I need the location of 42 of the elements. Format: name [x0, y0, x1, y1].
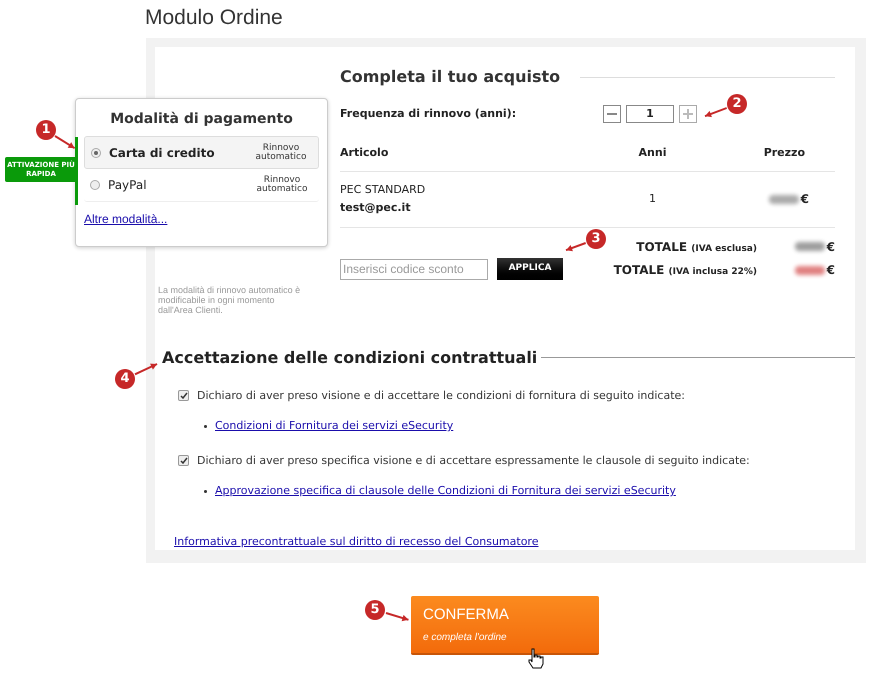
payment-method-label: PayPal [108, 177, 148, 194]
account-email: test@pec.it [340, 200, 412, 216]
terms-link[interactable]: Condizioni di Fornitura dei servizi eSecurity [215, 418, 454, 434]
checkbox[interactable] [178, 390, 189, 402]
section-heading: Accettazione delle condizioni contrattuali [162, 346, 538, 368]
currency-symbol: € [800, 191, 809, 208]
table-cell-text: 1 [648, 190, 657, 207]
step-number-badge: 4 [115, 369, 135, 389]
renewal-label: Frequenza di rinnovo (anni): [340, 106, 518, 122]
blurred-price [768, 194, 799, 204]
radio-button[interactable] [91, 148, 101, 158]
card-title: Modalità di pagamento [109, 110, 294, 129]
section-heading: Completa il tuo acquisto [340, 66, 560, 88]
currency-symbol: € [826, 262, 835, 280]
payment-option[interactable]: PayPal Rinnovo automatico [84, 169, 319, 202]
step-number-badge: 5 [365, 600, 385, 620]
page-title: Modulo Ordine [145, 5, 283, 31]
checkbox[interactable] [178, 455, 189, 466]
renewal-note: Rinnovo automatico [254, 144, 308, 162]
years-field[interactable]: 1 [626, 105, 674, 123]
currency-symbol: € [826, 238, 835, 256]
decrement-button[interactable] [603, 105, 621, 123]
total-label: TOTALE (IVA esclusa) [636, 238, 757, 256]
step-number-badge: 1 [36, 120, 56, 140]
withdrawal-info-link[interactable]: Informativa precontrattuale sul diritto di recesso del Consumatore [174, 534, 538, 550]
column-header: Anni [638, 145, 668, 161]
terms-link[interactable]: Approvazione specifica di clausole delle Condizioni di Fornitura dei servizi eSecurity [215, 483, 676, 500]
terms-statement: Dichiaro di aver preso visione e di accettare le condizioni di fornitura di seguito indicate: [197, 388, 686, 404]
renewal-note: Rinnovo automatico [255, 176, 309, 194]
column-header: Articolo [340, 145, 390, 161]
terms-statement: Dichiaro di aver preso specifica visione e di accettare espressamente le clausole di seguito indicate: [197, 452, 750, 468]
more-methods-link[interactable]: Altre modalità... [84, 210, 168, 228]
total-label: TOTALE (IVA inclusa 22%) [614, 262, 757, 279]
column-header: Prezzo [762, 145, 806, 161]
payment-method-label: Carta di credito [109, 144, 216, 162]
renewal-footnote: La modalità di rinnovo automatico è modificabile in ogni momento dall'Area Clienti. [158, 284, 302, 314]
pointer-cursor-icon [527, 648, 544, 670]
apply-button[interactable]: APPLICA [497, 258, 563, 280]
product-name: PEC STANDARD [340, 182, 426, 198]
radio-button[interactable] [90, 180, 100, 190]
discount-code-field[interactable]: Inserisci codice sconto [340, 258, 488, 280]
payment-option[interactable]: Carta di credito Rinnovo automatico [84, 136, 319, 169]
